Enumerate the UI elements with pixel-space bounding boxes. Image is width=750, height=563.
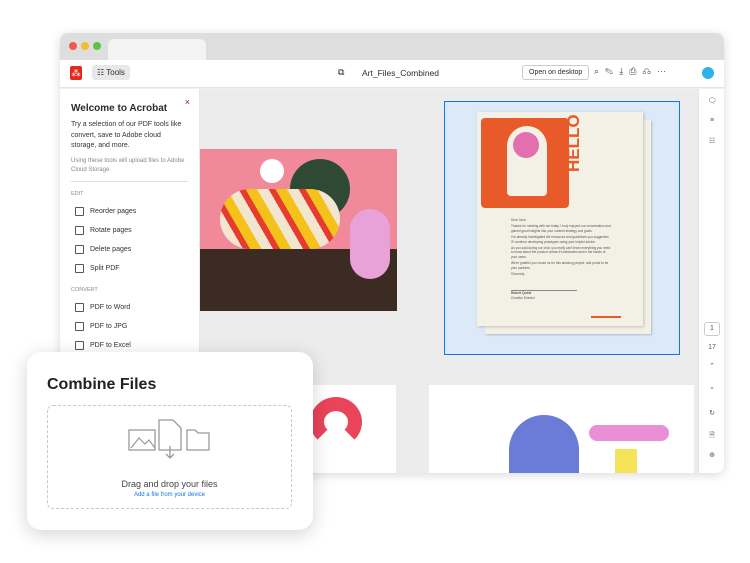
read-aloud-icon[interactable]: ☊ xyxy=(642,66,657,76)
delete-page-icon xyxy=(75,244,84,254)
title-bar xyxy=(60,33,724,60)
acrobat-logo-icon: ⁂ xyxy=(70,66,82,80)
grid-icon: ☷ xyxy=(97,68,107,77)
tool-label: Reorder pages xyxy=(90,207,137,215)
close-panel-icon[interactable]: × xyxy=(185,97,190,107)
section-convert: CONVERT xyxy=(71,286,98,293)
add-file-link[interactable]: Add a file from your device xyxy=(48,492,291,498)
letter-page: HELLO Dear Jane, Thanks for meeting with… xyxy=(477,112,643,326)
page-fit-icon[interactable]: 🗎 xyxy=(699,431,724,442)
tool-reorder-pages[interactable]: Reorder pages xyxy=(71,202,188,221)
letter-signer-role: Creative Director xyxy=(511,295,535,300)
letter-paragraph: As you said during our chat, you really … xyxy=(511,246,611,259)
right-rail: 🗨 ≡ ☷ 1 17 ⌃ ⌄ ↻ 🗎 ⊕ xyxy=(698,89,724,473)
section-edit: EDIT xyxy=(71,190,84,197)
browser-tab[interactable] xyxy=(108,39,206,60)
page-thumbnail-art-4[interactable] xyxy=(429,385,694,473)
pages-panel-icon[interactable]: ⧉ xyxy=(338,67,344,78)
letter-greeting: Dear Jane, xyxy=(511,218,527,222)
convert-icon xyxy=(75,321,84,331)
search-icon[interactable]: ⌕ xyxy=(594,66,605,76)
combine-files-card: Combine Files Drag and drop your files A… xyxy=(27,352,313,530)
open-on-desktop-button[interactable]: Open on desktop xyxy=(522,65,590,80)
reorder-icon xyxy=(75,206,84,216)
panel-note: Using these tools will upload files to A… xyxy=(71,157,188,182)
page-thumbnail-art-1[interactable] xyxy=(200,149,397,311)
next-page-icon[interactable]: ⌄ xyxy=(699,383,724,391)
sign-icon[interactable]: ✎ xyxy=(605,66,619,76)
panel-intro: Try a selection of our PDF tools like co… xyxy=(71,121,182,149)
tool-label: Split PDF xyxy=(90,264,120,272)
tool-delete-pages[interactable]: Delete pages xyxy=(71,240,188,259)
avatar[interactable] xyxy=(702,67,714,79)
comment-icon[interactable]: 🗨 xyxy=(699,97,724,105)
download-icon[interactable]: ⤓ xyxy=(619,66,629,76)
letter-paragraph: I've already investigated the resources … xyxy=(511,235,610,244)
panel-title: Welcome to Acrobat xyxy=(71,103,168,114)
letter-paragraph: We're grateful you chose us for this ama… xyxy=(511,261,609,270)
edit-text-icon[interactable]: ≡ xyxy=(699,117,724,124)
tool-pdf-to-jpg[interactable]: PDF to JPG xyxy=(71,317,188,336)
close-window-button[interactable] xyxy=(69,42,77,50)
refresh-icon[interactable]: ↻ xyxy=(699,409,724,417)
tool-label: Rotate pages xyxy=(90,226,132,234)
tools-label: Tools xyxy=(106,68,125,77)
tool-label: PDF to JPG xyxy=(90,322,128,330)
page-number-input[interactable]: 1 xyxy=(704,322,720,336)
tool-label: Delete pages xyxy=(90,245,132,253)
letter-paragraph: Thanks for meeting with me today. I trul… xyxy=(511,224,611,233)
tool-split-pdf[interactable]: Split PDF xyxy=(71,259,188,278)
rotate-icon xyxy=(75,225,84,235)
convert-icon xyxy=(75,302,84,312)
page-total: 17 xyxy=(708,344,716,351)
hello-art-text: HELLO xyxy=(564,114,583,172)
minimize-window-button[interactable] xyxy=(81,42,89,50)
files-icon xyxy=(127,419,210,459)
more-icon[interactable]: ⋯ xyxy=(657,66,672,76)
zoom-icon[interactable]: ⊕ xyxy=(699,451,724,459)
toolbar-icons: ⌕✎⤓⎙☊⋯ xyxy=(594,66,672,77)
combine-title: Combine Files xyxy=(47,376,157,393)
tool-rotate-pages[interactable]: Rotate pages xyxy=(71,221,188,240)
organize-pages-icon[interactable]: ☷ xyxy=(699,137,724,145)
split-icon xyxy=(75,263,84,273)
tools-button[interactable]: ☷ Tools xyxy=(92,65,130,80)
file-drop-zone[interactable]: Drag and drop your files Add a file from… xyxy=(47,405,292,509)
drop-instructions: Drag and drop your files xyxy=(121,479,218,489)
previous-page-icon[interactable]: ⌃ xyxy=(699,362,724,370)
convert-icon xyxy=(75,340,84,350)
document-title[interactable]: Art_Files_Combined xyxy=(362,68,439,78)
tool-pdf-to-word[interactable]: PDF to Word xyxy=(71,298,188,317)
print-icon[interactable]: ⎙ xyxy=(629,66,642,76)
letter-closing: Sincerely, xyxy=(511,272,525,277)
tool-label: PDF to Excel xyxy=(90,341,131,349)
maximize-window-button[interactable] xyxy=(93,42,101,50)
tool-label: PDF to Word xyxy=(90,303,131,311)
page-thumbnail-art-3[interactable] xyxy=(300,385,396,473)
selected-page-thumbnail[interactable]: HELLO Dear Jane, Thanks for meeting with… xyxy=(444,101,680,355)
acrobat-toolbar: ⁂ ☷ Tools ⧉ Art_Files_Combined Open on d… xyxy=(60,60,724,88)
